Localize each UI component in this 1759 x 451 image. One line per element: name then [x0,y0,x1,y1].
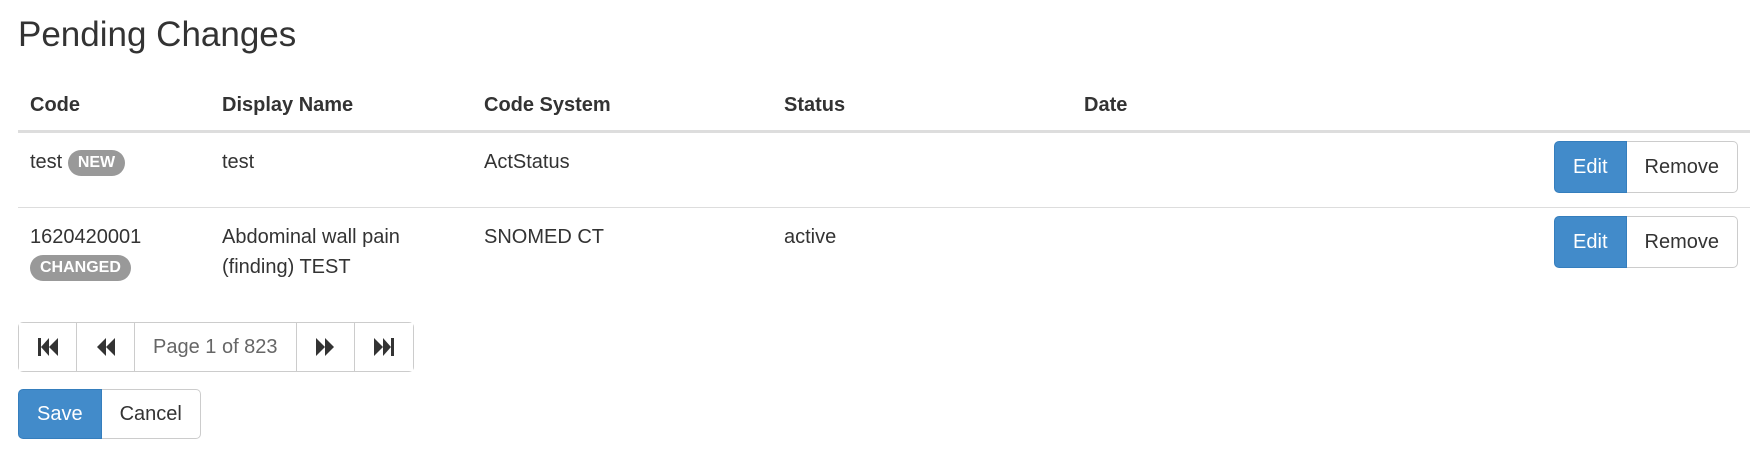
page-title: Pending Changes [18,15,297,54]
edit-button[interactable]: Edit [1554,141,1627,193]
table-row: test NEW test ActStatus Edit Remove [18,131,1750,208]
previous-page-button[interactable] [77,323,135,371]
first-page-button[interactable] [19,323,77,371]
cell-code: test NEW [18,131,210,208]
pending-changes-table: Code Display Name Code System Status Dat… [18,78,1750,296]
column-header-actions [1396,78,1750,133]
display-name-value: Abdominal wall pain [222,226,400,248]
first-page-icon [37,337,59,357]
page-indicator: Page 1 of 823 [135,323,297,371]
previous-page-icon [96,337,116,357]
code-value: 1620420001 [30,226,142,248]
form-actions: Save Cancel [18,389,201,439]
row-actions: Edit Remove [1554,141,1738,193]
remove-button[interactable]: Remove [1626,216,1738,268]
new-badge: NEW [67,149,126,176]
row-actions: Edit Remove [1554,216,1738,268]
cell-display-name: test [210,131,472,208]
display-name-value-line2: (finding) TEST [222,256,351,278]
table-row: 1620420001 CHANGED Abdominal wall pain (… [18,208,1750,297]
cell-date [1072,131,1396,208]
next-page-icon [315,337,335,357]
code-value: test [30,151,63,173]
last-page-icon [373,337,395,357]
column-header-code: Code [18,78,210,133]
column-header-display-name: Display Name [210,78,472,133]
save-button[interactable]: Save [18,389,102,439]
changed-badge: CHANGED [30,254,131,281]
next-page-button[interactable] [296,323,355,371]
cell-display-name: Abdominal wall pain (finding) TEST [210,208,472,297]
cell-status [772,131,1072,208]
column-header-date: Date [1072,78,1396,133]
cell-code: 1620420001 CHANGED [18,208,210,297]
cell-date [1072,208,1396,297]
table-header-row: Code Display Name Code System Status Dat… [18,78,1750,133]
pagination: Page 1 of 823 [18,322,414,372]
cell-code-system: ActStatus [472,131,772,208]
pending-changes-page: Pending Changes Code Display Name Code S… [0,0,1759,451]
last-page-button[interactable] [354,323,413,371]
cell-actions: Edit Remove [1396,208,1750,297]
column-header-status: Status [772,78,1072,133]
cell-code-system: SNOMED CT [484,226,604,248]
display-name-value: test [222,151,255,173]
column-header-code-system: Code System [472,78,772,133]
remove-button[interactable]: Remove [1626,141,1738,193]
edit-button[interactable]: Edit [1554,216,1627,268]
cell-status: active [784,226,837,248]
cell-actions: Edit Remove [1396,131,1750,208]
cancel-button[interactable]: Cancel [101,389,201,439]
